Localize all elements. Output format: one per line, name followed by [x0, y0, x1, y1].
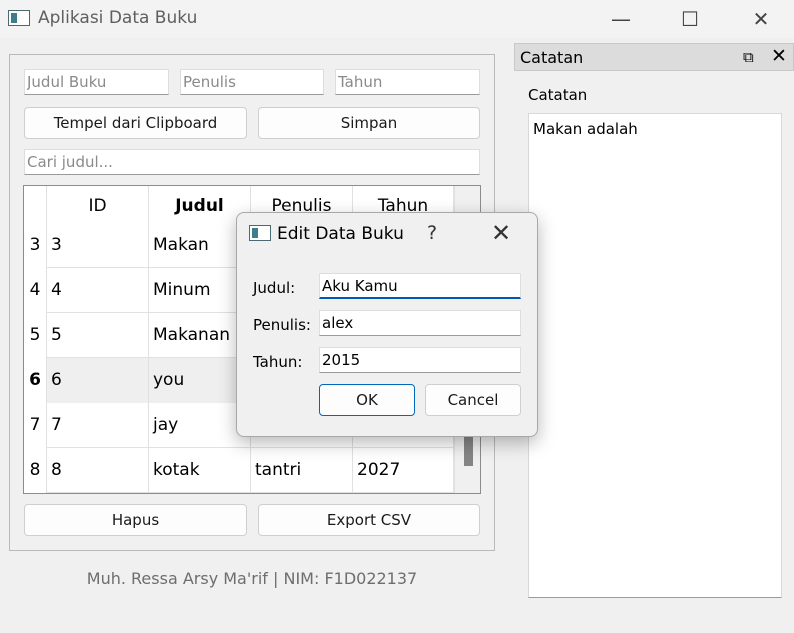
- minimize-button[interactable]: —: [598, 6, 644, 32]
- table-cell-id[interactable]: 5: [47, 313, 149, 358]
- close-button[interactable]: ✕: [738, 6, 784, 32]
- paste-from-clipboard-button[interactable]: Tempel dari Clipboard: [24, 107, 247, 139]
- notes-textarea[interactable]: Makan adalah: [528, 113, 782, 598]
- dock-title: Catatan: [520, 48, 584, 67]
- ok-button[interactable]: OK: [319, 384, 415, 416]
- dock-float-icon[interactable]: ⧉: [743, 48, 754, 66]
- notes-label: Catatan: [528, 86, 588, 104]
- dialog-tahun-field[interactable]: [319, 347, 521, 373]
- search-input[interactable]: [24, 149, 480, 175]
- row-header[interactable]: 3: [24, 223, 47, 268]
- cancel-button[interactable]: Cancel: [425, 384, 521, 416]
- delete-button[interactable]: Hapus: [24, 504, 247, 536]
- title-bar: Aplikasi Data Buku — ☐ ✕: [0, 0, 794, 38]
- dialog-close-icon[interactable]: ✕: [491, 219, 511, 247]
- table-row[interactable]: 8 8 kotak tantri 2027: [24, 448, 454, 493]
- judul-label: Judul:: [253, 279, 296, 297]
- judul-buku-input[interactable]: [24, 69, 169, 95]
- row-header[interactable]: 4: [24, 268, 47, 313]
- app-icon: [8, 10, 30, 26]
- table-cell-id[interactable]: 4: [47, 268, 149, 313]
- row-header[interactable]: 5: [24, 313, 47, 358]
- dialog-judul-field[interactable]: [319, 273, 521, 299]
- window-title: Aplikasi Data Buku: [38, 8, 198, 28]
- dialog-app-icon: [249, 225, 271, 241]
- table-cell-judul[interactable]: kotak: [149, 448, 251, 493]
- table-cell-tahun[interactable]: 2027: [353, 448, 454, 493]
- help-icon[interactable]: ?: [427, 222, 437, 244]
- table-corner: [24, 186, 47, 226]
- row-header[interactable]: 8: [24, 448, 47, 493]
- penulis-label: Penulis:: [253, 316, 311, 334]
- table-cell-penulis[interactable]: tantri: [251, 448, 353, 493]
- dock-title-bar[interactable]: Catatan ⧉ ✕: [514, 43, 794, 71]
- column-header-id[interactable]: ID: [47, 186, 149, 226]
- tahun-input[interactable]: [335, 69, 480, 95]
- export-csv-button[interactable]: Export CSV: [258, 504, 480, 536]
- table-cell-id[interactable]: 7: [47, 403, 149, 448]
- row-header[interactable]: 6: [24, 358, 47, 403]
- table-cell-id[interactable]: 8: [47, 448, 149, 493]
- maximize-button[interactable]: ☐: [667, 6, 713, 32]
- row-header[interactable]: 7: [24, 403, 47, 448]
- footer-credit: Muh. Ressa Arsy Ma'rif | NIM: F1D022137: [86, 569, 418, 588]
- dialog-penulis-field[interactable]: [319, 310, 521, 336]
- save-button[interactable]: Simpan: [258, 107, 480, 139]
- table-cell-id[interactable]: 3: [47, 223, 149, 268]
- dock-close-icon[interactable]: ✕: [771, 45, 787, 67]
- penulis-input[interactable]: [180, 69, 324, 95]
- edit-book-dialog: Edit Data Buku ? ✕ Judul: Penulis: Tahun…: [236, 212, 538, 437]
- dialog-title: Edit Data Buku: [277, 224, 404, 244]
- tahun-label: Tahun:: [253, 353, 303, 371]
- table-cell-id[interactable]: 6: [47, 358, 149, 403]
